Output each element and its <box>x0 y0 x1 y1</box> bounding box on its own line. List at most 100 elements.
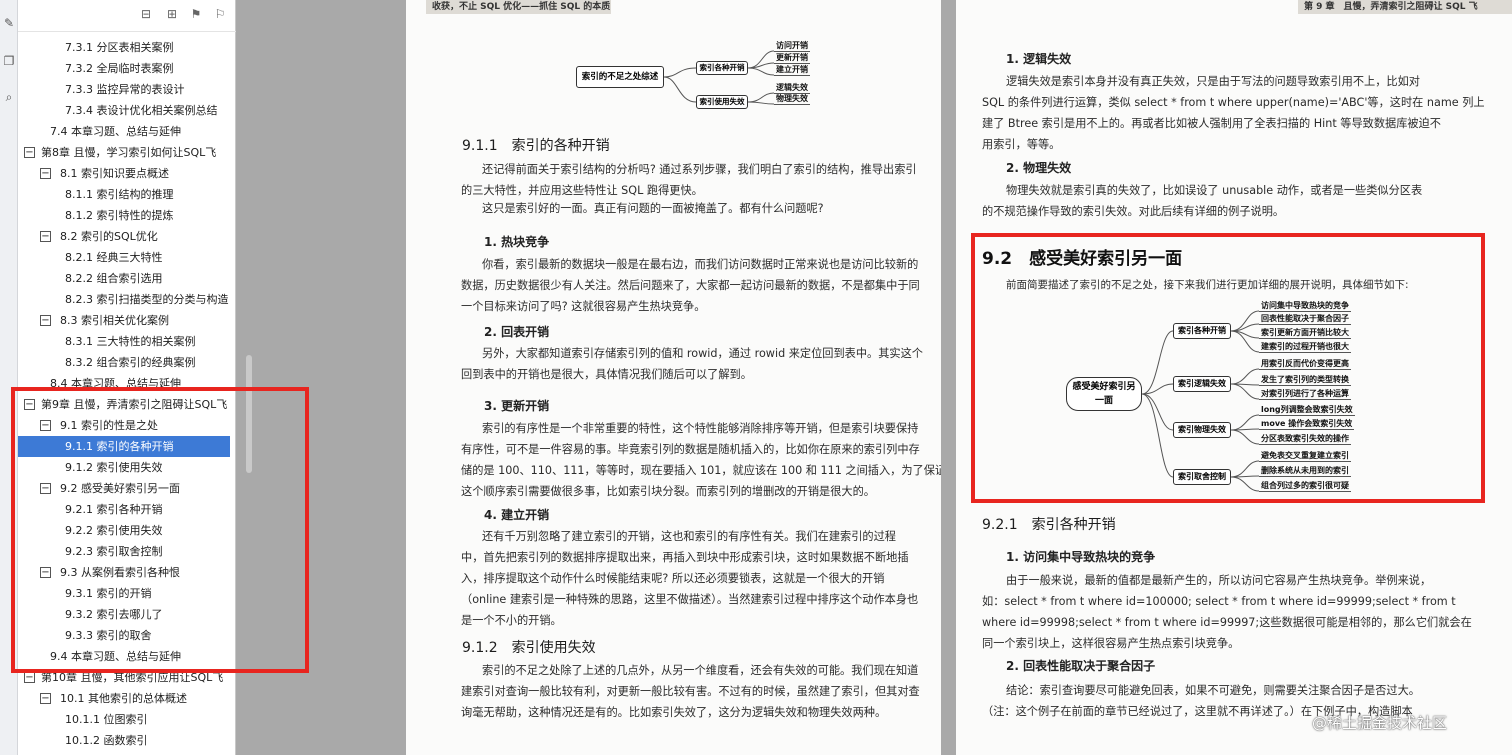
collapse-all-icon[interactable]: ⊟ <box>138 6 154 22</box>
outline-item[interactable]: −8.2 索引的SQL优化 <box>18 226 230 247</box>
edit-icon[interactable]: ✎ <box>1 14 17 32</box>
paragraph-line: 回到表中的开销也是很大，具体情况我们随后可以了解到。 <box>461 368 752 381</box>
outline-item-label: 10.1.1 位图索引 <box>65 713 148 726</box>
mindmap-connector <box>1230 460 1260 478</box>
outline-item[interactable]: −10.1 其他索引的总体概述 <box>18 688 230 709</box>
bookmark-icon[interactable]: ⚐ <box>212 6 228 22</box>
outline-item-label: 9.2.2 索引使用失效 <box>65 524 163 537</box>
outline-item[interactable]: 7.3.4 表设计优化相关案例总结 <box>18 100 230 121</box>
paragraph-line: 物理失效就是索引真的失效了，比如误设了 unusable 动作，或者是一些类似分… <box>1006 184 1423 197</box>
outline-item[interactable]: 9.4 本章习题、总结与延伸 <box>18 646 230 667</box>
section-title-9-1-2: 9.1.2 索引使用失效 <box>462 640 596 656</box>
mindmap-connector <box>663 76 697 103</box>
collapse-toggle-icon[interactable]: − <box>40 420 51 431</box>
mindmap-leaf: long列调整会致索引失效 <box>1259 405 1355 416</box>
mindmap-leaf: 分区表致索引失效的操作 <box>1259 434 1351 445</box>
mindmap-branch: 索引各种开销 <box>1173 323 1231 339</box>
pdf-reader-window: ✎ ❐ ⌕ ⊟ ⊞ ⚑ ⚐ 7.3.1 分区表相关案例 7.3.2 全局临时表案例… <box>0 0 1512 755</box>
outline-item[interactable]: 9.2.2 索引使用失效 <box>18 520 230 541</box>
outline-item[interactable]: 8.1.1 索引结构的推理 <box>18 184 230 205</box>
outline-item[interactable]: − 第9章 且慢，弄清索引之阻碍让SQL飞 <box>18 394 230 415</box>
outline-item[interactable]: 8.2.2 组合索引选用 <box>18 268 230 289</box>
mindmap-branch: 索引使用失效 <box>696 95 748 109</box>
outline-item[interactable]: −8.3 索引相关优化案例 <box>18 310 230 331</box>
outline-item-label: 7.3.2 全局临时表案例 <box>65 62 174 75</box>
mindmap-connector <box>1230 368 1260 385</box>
outline-item[interactable]: 7.3.1 分区表相关案例 <box>18 37 230 58</box>
outline-item[interactable]: 9.1.1 索引的各种开销 <box>18 436 230 457</box>
collapse-toggle-icon[interactable]: − <box>24 147 35 158</box>
mindmap-leaf: 建立开销 <box>774 65 810 76</box>
mindmap-connector <box>1230 429 1260 445</box>
copy-icon[interactable]: ❐ <box>1 52 17 70</box>
outline-item[interactable]: −9.1 索引的性是之处 <box>18 415 230 436</box>
mindmap-branch: 索引物理失效 <box>1173 422 1231 438</box>
mindmap-leaf: 对索引列进行了各种运算 <box>1259 389 1351 400</box>
outline-item[interactable]: 8.3.1 三大特性的相关案例 <box>18 331 230 352</box>
outline-item[interactable]: 8.4 本章习题、总结与延伸 <box>18 373 230 394</box>
outline-item-label: 9.2.3 索引取舍控制 <box>65 545 163 558</box>
outline-item[interactable]: 9.3.1 索引的开销 <box>18 583 230 604</box>
outline-item[interactable]: 9.1.2 索引使用失效 <box>18 457 230 478</box>
outline-item[interactable]: 9.2.3 索引取舍控制 <box>18 541 230 562</box>
outline-item[interactable]: 10.1.1 位图索引 <box>18 709 230 730</box>
collapse-toggle-icon[interactable]: − <box>40 231 51 242</box>
paragraph-line: 逻辑失效是索引本身并没有真正失效，只是由于写法的问题导致索引用不上，比如对 <box>1006 75 1420 88</box>
collapse-toggle-icon[interactable]: − <box>40 483 51 494</box>
outline-item-label: 8.1.1 索引结构的推理 <box>65 188 174 201</box>
paragraph-line: 还有千万别忽略了建立索引的开销，这也和索引的有序性有关。我们在建索引的过程 <box>482 530 896 543</box>
outline-scrollbar[interactable] <box>246 355 252 473</box>
collapse-toggle-icon[interactable]: − <box>40 693 51 704</box>
mindmap-leaf: 组合列过多的索引很可疑 <box>1259 481 1351 492</box>
outline-item[interactable]: 8.3.2 组合索引的经典案例 <box>18 352 230 373</box>
collapse-toggle-icon[interactable]: − <box>40 567 51 578</box>
outline-item-label: 7.3.1 分区表相关案例 <box>65 41 174 54</box>
heading-build-cost: 4. 建立开销 <box>484 508 550 522</box>
outline-item-label: 8.3.2 组合索引的经典案例 <box>65 356 196 369</box>
paragraph-line: 数据，历史数据很少有人关注。然后问题来了，大家都一起访问最新的数据，不是都集中于… <box>461 279 920 292</box>
search-icon[interactable]: ⌕ <box>1 88 17 106</box>
mindmap-connector <box>747 67 775 76</box>
outline-item[interactable]: − 第8章 且慢，学习索引如何让SQL飞 <box>18 142 230 163</box>
outline-item[interactable]: 9.2.1 索引各种开销 <box>18 499 230 520</box>
outline-item[interactable]: 9.3.3 索引的取舍 <box>18 625 230 646</box>
section-title-9-1-1: 9.1.1 索引的各种开销 <box>462 138 610 154</box>
collapse-toggle-icon[interactable]: − <box>40 315 51 326</box>
outline-item[interactable]: 8.2.1 经典三大特性 <box>18 247 230 268</box>
outline-item[interactable]: 7.4 本章习题、总结与延伸 <box>18 121 230 142</box>
outline-item-label: 7.4 本章习题、总结与延伸 <box>50 125 181 138</box>
paragraph-line: 询毫无帮助，这种情况还是有的。比如索引失效了，这分为逻辑失效和物理失效两种。 <box>461 706 887 719</box>
paragraph-line: 建了 Btree 索引是用不上的。再或者比如被人强制用了全表扫描的 Hint 等… <box>982 117 1441 130</box>
paragraph-line: 这个顺序索引需要做很多事，比如索引块分裂。而索引列的增删改的开销是很大的。 <box>461 485 875 498</box>
outline-item[interactable]: 8.1.2 索引特性的提炼 <box>18 205 230 226</box>
collapse-toggle-icon[interactable]: − <box>24 399 35 410</box>
outline-item-label: 第8章 且慢，学习索引如何让SQL飞 <box>41 146 217 159</box>
mindmap-leaf: 访问集中导致热块的竞争 <box>1259 301 1351 312</box>
outline-item[interactable]: −9.3 从案例看索引各种恨 <box>18 562 230 583</box>
outline-item[interactable]: −8.1 索引知识要点概述 <box>18 163 230 184</box>
outline-item-label: 8.3.1 三大特性的相关案例 <box>65 335 196 348</box>
outline-item[interactable]: 8.2.3 索引扫描类型的分类与构造 <box>18 289 230 310</box>
outline-item[interactable]: − 第10章 且慢，其他索引应用让SQL飞 <box>18 667 230 688</box>
outline-item[interactable]: 9.3.2 索引去哪儿了 <box>18 604 230 625</box>
bookmark-add-icon[interactable]: ⚑ <box>188 6 204 22</box>
outline-item[interactable]: −9.2 感受美好索引另一面 <box>18 478 230 499</box>
mindmap-leaf: 逻辑失效 <box>774 83 810 94</box>
outline-toolbar: ⊟ ⊞ ⚑ ⚐ <box>18 0 236 32</box>
heading-clustering-factor: 2. 回表性能取决于聚合因子 <box>1006 659 1156 673</box>
outline-item-label: 8.3 索引相关优化案例 <box>60 314 169 327</box>
left-tool-strip: ✎ ❐ ⌕ <box>0 0 18 755</box>
mindmap-root: 感受美好索引另一面 <box>1066 377 1142 411</box>
collapse-toggle-icon[interactable]: − <box>24 672 35 683</box>
outline-item-label: 9.1 索引的性是之处 <box>60 419 158 432</box>
outline-item[interactable]: 7.3.2 全局临时表案例 <box>18 58 230 79</box>
paragraph-line: 中，首先把索引列的数据排序提取出来，再插入到块中形成索引块，这时如果数据不断地插 <box>461 551 909 564</box>
expand-all-icon[interactable]: ⊞ <box>164 6 180 22</box>
collapse-toggle-icon[interactable]: − <box>40 168 51 179</box>
outline-item[interactable]: 7.3.3 监控异常的表设计 <box>18 79 230 100</box>
outline-item-label: 10.1 其他索引的总体概述 <box>60 692 187 705</box>
outline-item-label: 9.1.2 索引使用失效 <box>65 461 163 474</box>
outline-item-label: 8.2.1 经典三大特性 <box>65 251 163 264</box>
outline-item[interactable]: 10.1.2 函数索引 <box>18 730 230 751</box>
mindmap-connector <box>663 67 697 78</box>
